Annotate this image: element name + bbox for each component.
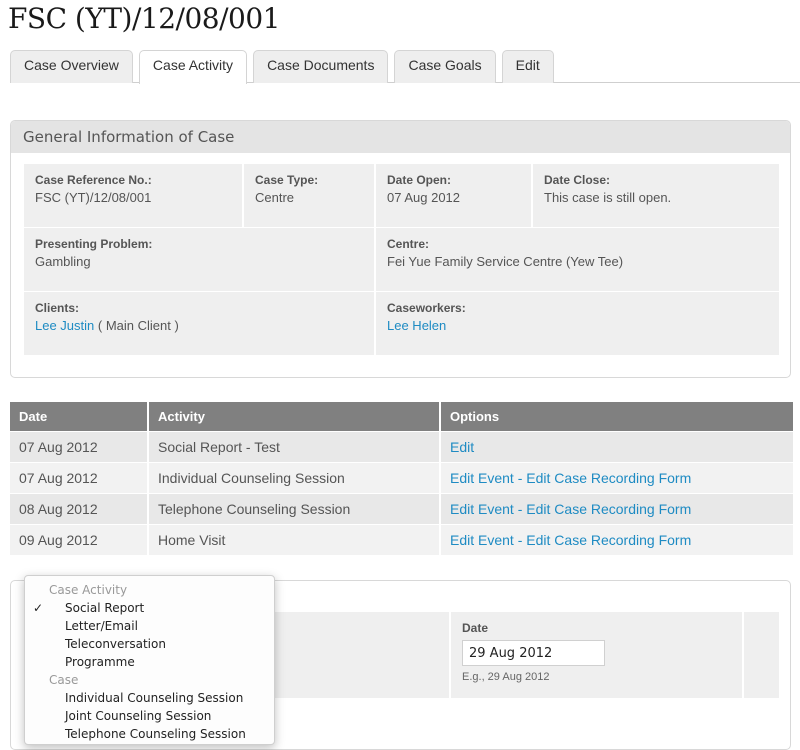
edit-link[interactable]: Edit	[450, 439, 474, 455]
options-separator: -	[513, 500, 527, 517]
date-open-cell: Date Open: 07 Aug 2012	[376, 164, 533, 227]
activity-name: Social Report - Test	[148, 430, 441, 462]
date-close-cell: Date Close: This case is still open.	[533, 164, 779, 227]
activity-name: Home Visit	[148, 523, 441, 555]
client-role: ( Main Client )	[94, 318, 179, 333]
table-row: 09 Aug 2012 Home Visit Edit Event - Edit…	[10, 523, 793, 555]
tab-case-goals[interactable]: Case Goals	[394, 50, 496, 83]
table-row: 08 Aug 2012 Telephone Counseling Session…	[10, 492, 793, 524]
dropdown-option[interactable]: Telephone Counseling Session	[25, 725, 274, 743]
edit-event-link[interactable]: Edit Event	[450, 532, 514, 548]
date-hint: E.g., 29 Aug 2012	[462, 671, 550, 683]
centre-cell: Centre: Fei Yue Family Service Centre (Y…	[376, 228, 779, 291]
options-separator: -	[513, 531, 527, 548]
activity-name: Telephone Counseling Session	[148, 492, 441, 524]
extra-cell	[744, 612, 779, 698]
activity-table: Date Activity Options 07 Aug 2012 Social…	[10, 402, 793, 555]
general-info-panel: General Information of Case Case Referen…	[10, 120, 791, 378]
activity-date: 09 Aug 2012	[10, 523, 149, 555]
edit-case-recording-form-link[interactable]: Edit Case Recording Form	[526, 501, 691, 517]
problem-value: Gambling	[35, 254, 91, 269]
date-close-value: This case is still open.	[544, 190, 672, 205]
date-input[interactable]	[462, 640, 605, 666]
dropdown-option[interactable]: ✓ Social Report	[25, 599, 274, 617]
dropdown-option[interactable]: Individual Counseling Session	[25, 689, 274, 707]
client-link[interactable]: Lee Justin	[35, 318, 94, 333]
caseworkers-cell: Caseworkers: Lee Helen	[376, 292, 779, 355]
options-separator: -	[513, 469, 527, 486]
edit-event-link[interactable]: Edit Event	[450, 470, 514, 486]
tab-case-activity[interactable]: Case Activity	[138, 50, 248, 84]
case-type-label: Case Type:	[255, 173, 319, 187]
case-type-cell: Case Type: Centre	[244, 164, 376, 227]
date-close-label: Date Close:	[544, 173, 611, 187]
tab-case-overview[interactable]: Case Overview	[10, 50, 133, 83]
case-ref-value: FSC (YT)/12/08/001	[35, 190, 152, 205]
tab-case-documents[interactable]: Case Documents	[253, 50, 389, 83]
centre-value: Fei Yue Family Service Centre (Yew Tee)	[387, 254, 624, 269]
activity-name: Individual Counseling Session	[148, 461, 441, 493]
caseworker-link[interactable]: Lee Helen	[387, 318, 446, 333]
table-header-row: Date Activity Options	[10, 402, 793, 431]
dropdown-option[interactable]: Programme	[25, 653, 274, 671]
edit-case-recording-form-link[interactable]: Edit Case Recording Form	[526, 470, 691, 486]
case-type-value: Centre	[255, 190, 295, 205]
caseworkers-label: Caseworkers:	[387, 301, 466, 315]
activity-type-dropdown[interactable]: Case Activity ✓ Social Report Letter/Emai…	[24, 575, 275, 745]
date-cell: Date E.g., 29 Aug 2012	[451, 612, 744, 698]
page-title: FSC (YT)/12/08/001	[8, 2, 280, 35]
date-label: Date	[462, 621, 489, 635]
case-ref-label: Case Reference No.:	[35, 173, 152, 187]
date-open-label: Date Open:	[387, 173, 452, 187]
table-row: 07 Aug 2012 Individual Counseling Sessio…	[10, 461, 793, 493]
dropdown-option[interactable]: Teleconversation	[25, 635, 274, 653]
info-row: Case Reference No.: FSC (YT)/12/08/001 C…	[24, 164, 779, 228]
centre-label: Centre:	[387, 237, 430, 251]
option-label: Social Report	[65, 601, 145, 615]
activity-date: 07 Aug 2012	[10, 461, 149, 493]
column-header-activity: Activity	[148, 402, 441, 431]
dropdown-option[interactable]: Joint Counseling Session	[25, 707, 274, 725]
case-ref-cell: Case Reference No.: FSC (YT)/12/08/001	[24, 164, 244, 227]
info-row: Clients: Lee Justin ( Main Client ) Case…	[24, 292, 779, 356]
tab-edit[interactable]: Edit	[501, 50, 554, 83]
case-info-grid: Case Reference No.: FSC (YT)/12/08/001 C…	[24, 164, 779, 356]
activity-date: 07 Aug 2012	[10, 430, 149, 462]
problem-label: Presenting Problem:	[35, 237, 153, 251]
clients-cell: Clients: Lee Justin ( Main Client )	[24, 292, 376, 355]
dropdown-group-label: Case Activity	[49, 583, 128, 597]
checkmark-icon: ✓	[33, 601, 44, 615]
info-row: Presenting Problem: Gambling Centre: Fei…	[24, 228, 779, 292]
problem-cell: Presenting Problem: Gambling	[24, 228, 376, 291]
dropdown-option[interactable]: Letter/Email	[25, 617, 274, 635]
dropdown-group-label: Case	[49, 673, 79, 687]
edit-case-recording-form-link[interactable]: Edit Case Recording Form	[526, 532, 691, 548]
date-open-value: 07 Aug 2012	[387, 190, 461, 205]
table-row: 07 Aug 2012 Social Report - Test Edit	[10, 430, 793, 462]
panel-heading: General Information of Case	[11, 121, 790, 153]
column-header-date: Date	[10, 402, 149, 431]
activity-date: 08 Aug 2012	[10, 492, 149, 524]
case-tabs: Case Overview Case Activity Case Documen…	[10, 50, 800, 84]
column-header-options: Options	[440, 402, 793, 431]
edit-event-link[interactable]: Edit Event	[450, 501, 514, 517]
clients-label: Clients:	[35, 301, 80, 315]
